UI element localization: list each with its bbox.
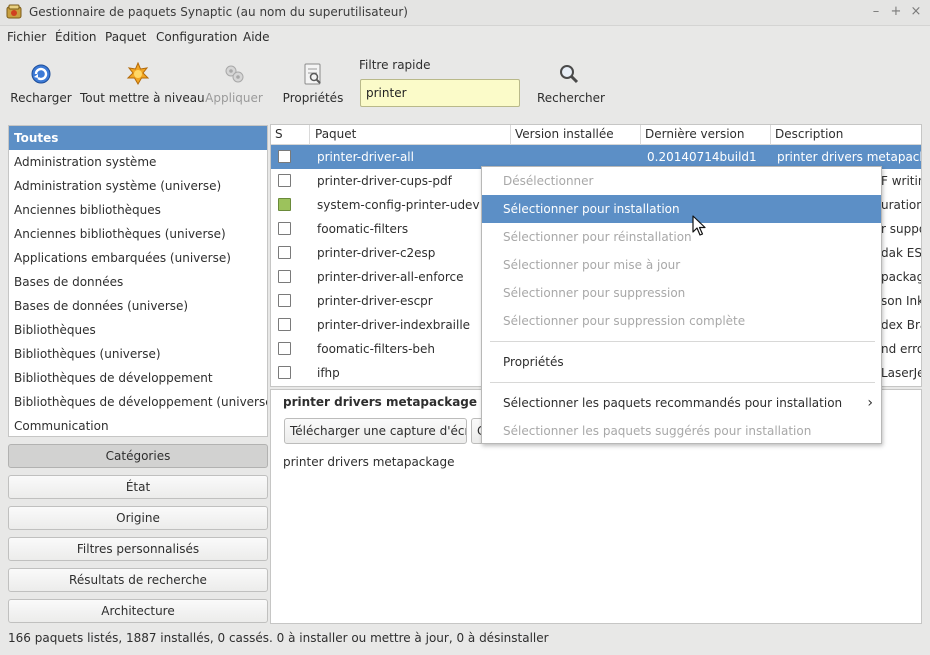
- menu-mark-recommends-label: Sélectionner les paquets recommandés pou…: [503, 396, 843, 410]
- chevron-right-icon: ›: [867, 395, 873, 411]
- menu-properties[interactable]: Propriétés: [482, 348, 881, 376]
- reload-icon: [31, 64, 51, 84]
- properties-button[interactable]: Propriétés: [282, 60, 344, 120]
- menu-file[interactable]: Fichier: [7, 30, 46, 44]
- package-name: system-config-printer-udev: [317, 198, 480, 212]
- title-bar: Gestionnaire de paquets Synaptic (au nom…: [0, 0, 930, 26]
- apply-icon: [225, 65, 244, 83]
- package-name: printer-driver-c2esp: [317, 246, 436, 260]
- category-item[interactable]: Administration système (universe): [9, 174, 267, 198]
- menu-separator: [490, 341, 875, 342]
- category-item[interactable]: Applications embarquées (universe): [9, 246, 267, 270]
- status-checkbox[interactable]: [278, 174, 291, 187]
- quick-filter-label: Filtre rapide: [359, 58, 431, 72]
- close-button[interactable]: ×: [907, 3, 925, 21]
- status-checkbox[interactable]: [278, 270, 291, 283]
- search-button[interactable]: Rechercher: [537, 60, 605, 120]
- category-item[interactable]: Bases de données: [9, 270, 267, 294]
- menu-bar: Fichier Édition Paquet Configuration Aid…: [0, 27, 930, 48]
- package-description: son Inkj: [881, 294, 921, 308]
- package-description: nd erro: [881, 342, 922, 356]
- category-item[interactable]: Communication: [9, 414, 267, 436]
- category-item[interactable]: Bibliothèques de développement: [9, 366, 267, 390]
- col-latest-version-header[interactable]: Dernière version: [641, 125, 771, 145]
- detail-title: printer drivers metapackage: [283, 395, 478, 409]
- status-checkbox[interactable]: [278, 246, 291, 259]
- synaptic-app-icon: [6, 4, 22, 19]
- menu-edit[interactable]: Édition: [55, 30, 97, 44]
- category-item[interactable]: Toutes: [9, 126, 267, 150]
- package-description: F writin: [881, 174, 922, 188]
- category-item[interactable]: Anciennes bibliothèques (universe): [9, 222, 267, 246]
- custom-filters-button[interactable]: Filtres personnalisés: [8, 537, 268, 561]
- col-package-header[interactable]: Paquet: [311, 125, 511, 145]
- status-checkbox[interactable]: [278, 198, 291, 211]
- status-checkbox[interactable]: [278, 150, 291, 163]
- reload-button[interactable]: Recharger: [10, 60, 72, 120]
- menu-settings[interactable]: Configuration: [156, 30, 237, 44]
- menu-mark-upgrade[interactable]: Sélectionner pour mise à jour: [482, 251, 881, 279]
- status-checkbox[interactable]: [278, 222, 291, 235]
- status-checkbox[interactable]: [278, 366, 291, 379]
- status-checkbox[interactable]: [278, 342, 291, 355]
- quick-filter-input[interactable]: [360, 79, 520, 107]
- mouse-cursor-icon: [692, 215, 706, 236]
- category-item[interactable]: Bases de données (universe): [9, 294, 267, 318]
- origin-filter-button[interactable]: Origine: [8, 506, 268, 530]
- menu-mark-recommends[interactable]: Sélectionner les paquets recommandés pou…: [482, 389, 881, 417]
- architecture-button[interactable]: Architecture: [8, 599, 268, 623]
- package-name: printer-driver-escpr: [317, 294, 433, 308]
- menu-unmark[interactable]: Désélectionner: [482, 167, 881, 195]
- categories-filter-button[interactable]: Catégories: [8, 444, 268, 468]
- package-name: foomatic-filters: [317, 222, 409, 236]
- col-status-header[interactable]: S: [271, 125, 310, 145]
- menu-mark-suggests[interactable]: Sélectionner les paquets suggérés pour i…: [482, 417, 881, 445]
- category-item[interactable]: Anciennes bibliothèques: [9, 198, 267, 222]
- window-title: Gestionnaire de paquets Synaptic (au nom…: [29, 5, 408, 19]
- package-description: r suppo: [881, 222, 922, 236]
- package-description: LaserJe: [881, 366, 922, 380]
- download-screenshot-button[interactable]: Télécharger une capture d'écran: [284, 418, 467, 444]
- maximize-button[interactable]: +: [887, 3, 905, 21]
- status-checkbox[interactable]: [278, 294, 291, 307]
- menu-mark-removal[interactable]: Sélectionner pour suppression: [482, 279, 881, 307]
- minimize-button[interactable]: –: [867, 3, 885, 21]
- context-menu: Désélectionner Sélectionner pour install…: [481, 166, 882, 444]
- menu-separator: [490, 382, 875, 383]
- col-description-header[interactable]: Description: [771, 125, 921, 145]
- status-checkbox[interactable]: [278, 318, 291, 331]
- package-description: packag: [881, 270, 922, 284]
- menu-mark-reinstall[interactable]: Sélectionner pour réinstallation: [482, 223, 881, 251]
- search-icon: [560, 65, 579, 84]
- properties-icon: [304, 63, 321, 85]
- package-name: printer-driver-all: [317, 150, 414, 164]
- category-list: Toutes Administration système Administra…: [8, 125, 268, 437]
- category-item[interactable]: Bibliothèques de développement (universe…: [9, 390, 267, 414]
- package-description: uration t: [881, 198, 922, 212]
- package-name: printer-driver-indexbraille: [317, 318, 471, 332]
- category-item[interactable]: Bibliothèques: [9, 318, 267, 342]
- package-description: dex Brai: [881, 318, 921, 332]
- package-name: foomatic-filters-beh: [317, 342, 436, 356]
- status-filter-button[interactable]: État: [8, 475, 268, 499]
- upgrade-all-icon: [126, 62, 150, 85]
- package-name: ifhp: [317, 366, 340, 380]
- package-list-header: S Paquet Version installée Dernière vers…: [271, 125, 921, 145]
- package-name: printer-driver-cups-pdf: [317, 174, 452, 188]
- apply-button[interactable]: Appliquer: [203, 60, 265, 120]
- search-results-button[interactable]: Résultats de recherche: [8, 568, 268, 592]
- category-item[interactable]: Administration système: [9, 150, 267, 174]
- package-description: dak ESP: [881, 246, 922, 260]
- status-bar: 166 paquets listés, 1887 installés, 0 ca…: [8, 631, 549, 645]
- detail-description: printer drivers metapackage: [283, 455, 455, 469]
- category-item[interactable]: Bibliothèques (universe): [9, 342, 267, 366]
- menu-help[interactable]: Aide: [243, 30, 270, 44]
- menu-package[interactable]: Paquet: [105, 30, 146, 44]
- package-name: printer-driver-all-enforce: [317, 270, 464, 284]
- upgrade-all-button[interactable]: Tout mettre à niveau: [80, 60, 205, 120]
- col-installed-version-header[interactable]: Version installée: [511, 125, 641, 145]
- menu-mark-install[interactable]: Sélectionner pour installation: [482, 195, 881, 223]
- menu-mark-purge[interactable]: Sélectionner pour suppression complète: [482, 307, 881, 335]
